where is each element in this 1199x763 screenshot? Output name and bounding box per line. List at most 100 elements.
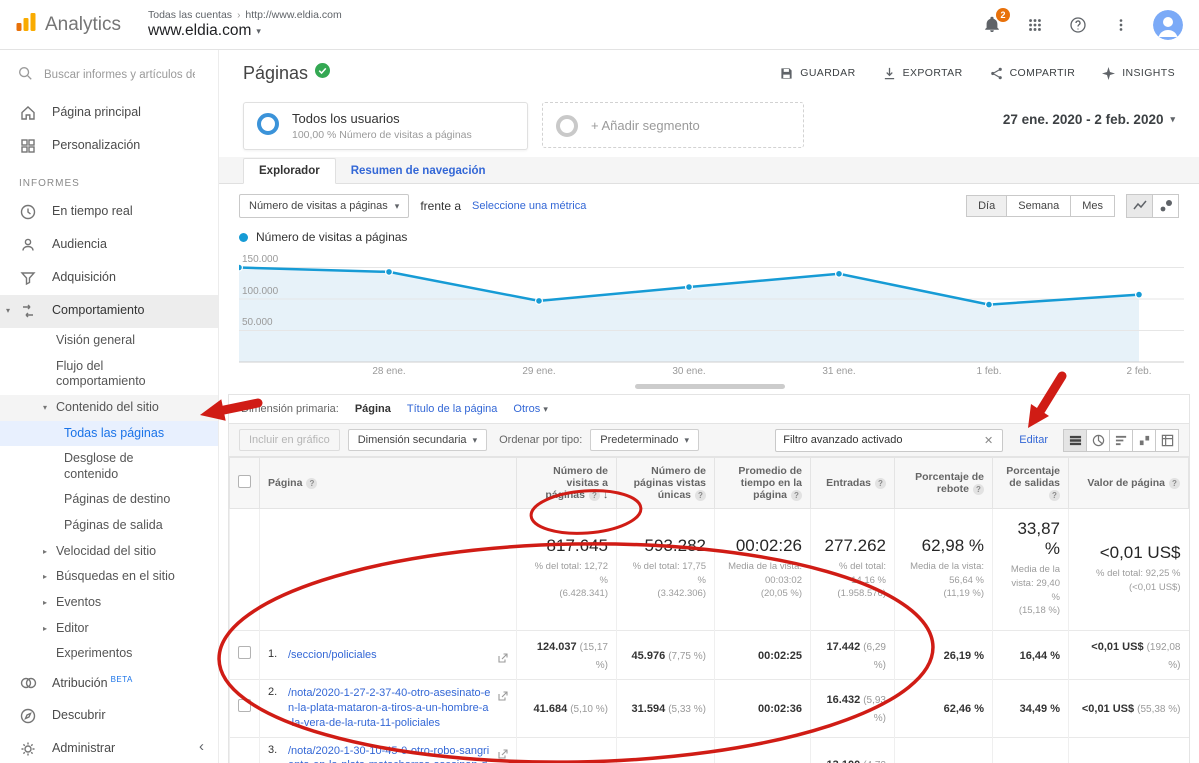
column-help-icon[interactable]: ? [973, 484, 984, 495]
chevron-down-icon: ▾ [473, 435, 478, 446]
chart-type-switch [1127, 194, 1179, 218]
column-header-entrances[interactable]: Entradas [826, 477, 871, 489]
metric-selector-dropdown[interactable]: Número de visitas a páginas ▾ [239, 194, 409, 218]
open-in-new-icon[interactable] [498, 746, 508, 763]
breadcrumb[interactable]: Todas las cuentas › http://www.eldia.com [148, 9, 342, 21]
sidebar-item-experiments[interactable]: Experimentos [0, 641, 218, 667]
person-icon [19, 236, 37, 254]
more-vert-icon[interactable] [1110, 14, 1132, 36]
scrubber-handle[interactable] [635, 384, 785, 389]
notifications-bell-icon[interactable]: 2 [981, 14, 1003, 36]
analytics-logo-icon[interactable] [14, 10, 38, 39]
row-checkbox[interactable] [238, 699, 251, 712]
open-in-new-icon[interactable] [498, 688, 508, 706]
chevron-down-icon: ▾ [395, 201, 400, 212]
insights-button[interactable]: INSIGHTS [1102, 67, 1175, 80]
chevron-down-icon: ▾ [256, 26, 261, 37]
column-help-icon[interactable]: ? [1169, 478, 1180, 489]
sidebar-item-all-pages[interactable]: Todas las páginas [0, 421, 218, 447]
sidebar-item-attribution[interactable]: AtribuciónBETA [0, 667, 218, 700]
advanced-filter-box[interactable]: Filtro avanzado activado ✕ [775, 429, 1003, 452]
column-header-page[interactable]: Página [268, 477, 302, 489]
verified-check-icon[interactable] [315, 63, 330, 83]
tab-resumen-navegacion[interactable]: Resumen de navegación [336, 159, 501, 183]
clear-filter-icon[interactable]: ✕ [982, 434, 995, 447]
column-header-exit[interactable]: Porcentaje de salidas [1006, 465, 1060, 489]
column-help-icon[interactable]: ? [875, 478, 886, 489]
sidebar-item-customization[interactable]: Personalización [0, 130, 218, 163]
report-table-section: Dimensión primaria: Página Título de la … [228, 394, 1190, 763]
sidebar-item-discover[interactable]: Descubrir [0, 700, 218, 733]
add-segment-button[interactable]: + Añadir segmento [542, 102, 804, 148]
date-range-selector[interactable]: 27 ene. 2020 - 2 feb. 2020 ▾ [1003, 102, 1175, 127]
sidebar-item-label: Audiencia [52, 237, 107, 253]
sidebar-item-realtime[interactable]: En tiempo real [0, 196, 218, 229]
line-chart-icon[interactable] [1126, 194, 1153, 218]
table-view-icon[interactable] [1063, 429, 1087, 452]
edit-filter-link[interactable]: Editar [1019, 434, 1048, 446]
granularity-week-button[interactable]: Semana [1006, 195, 1071, 217]
export-button[interactable]: EXPORTAR [883, 67, 963, 80]
sidebar-item-site-speed[interactable]: ▸ Velocidad del sitio [0, 539, 218, 565]
tab-explorador[interactable]: Explorador [243, 158, 336, 184]
property-selector[interactable]: www.eldia.com ▾ [148, 22, 342, 40]
collapse-sidebar-button[interactable]: ‹ [199, 738, 204, 755]
sidebar-item-behavior[interactable]: ▾ Comportamiento [0, 295, 218, 328]
share-button[interactable]: COMPARTIR [990, 67, 1076, 80]
timeseries-chart[interactable]: 50.000100.000150.000 28 ene.29 ene.30 en… [239, 250, 1185, 382]
sidebar-item-behavior-flow[interactable]: Flujo del comportamiento [0, 354, 218, 395]
sidebar-item-exit-pages[interactable]: Páginas de salida [0, 513, 218, 539]
motion-chart-icon[interactable] [1152, 194, 1179, 218]
sidebar-item-home[interactable]: Página principal [0, 97, 218, 130]
sidebar-item-site-content[interactable]: ▾ Contenido del sitio [0, 395, 218, 421]
percentage-view-icon[interactable] [1086, 429, 1110, 452]
apps-grid-icon[interactable] [1024, 14, 1046, 36]
sidebar-item-audience[interactable]: Audiencia [0, 229, 218, 262]
save-button[interactable]: GUARDAR [780, 67, 855, 80]
sidebar-item-events[interactable]: ▸ Eventos [0, 590, 218, 616]
comparison-view-icon[interactable] [1132, 429, 1156, 452]
dimension-page[interactable]: Página [355, 403, 391, 415]
page-link[interactable]: /nota/2020-1-27-2-37-40-otro-asesinato-e… [288, 686, 492, 731]
sort-type-dropdown[interactable]: Predeterminado ▾ [590, 429, 699, 451]
open-in-new-icon[interactable] [498, 650, 508, 668]
secondary-dimension-dropdown[interactable]: Dimensión secundaria ▾ [348, 429, 487, 451]
sidebar-item-landing-pages[interactable]: Páginas de destino [0, 487, 218, 513]
column-header-value[interactable]: Valor de página [1087, 477, 1165, 489]
table-row: 3. /nota/2020-1-30-10-45-0-otro-robo-san… [230, 737, 1189, 763]
user-avatar[interactable] [1153, 10, 1183, 40]
sidebar-item-behavior-overview[interactable]: Visión general [0, 328, 218, 354]
summary-entrances: 277.262 [819, 536, 886, 556]
granularity-day-button[interactable]: Día [966, 195, 1007, 217]
select-metric-link[interactable]: Seleccione una métrica [472, 200, 586, 212]
sidebar-search[interactable] [0, 50, 218, 97]
pivot-view-icon[interactable] [1155, 429, 1179, 452]
performance-view-icon[interactable] [1109, 429, 1133, 452]
row-checkbox[interactable] [238, 646, 251, 659]
page-link[interactable]: /nota/2020-1-30-10-45-0-otro-robo-sangri… [288, 744, 492, 763]
column-help-icon[interactable]: ? [306, 478, 317, 489]
table-header-row: Página? Número de visitas a páginas?↓ Nú… [230, 458, 1189, 509]
gear-icon [19, 740, 37, 758]
column-help-icon[interactable]: ? [791, 490, 802, 501]
dimension-page-title[interactable]: Título de la página [407, 403, 498, 415]
column-help-icon[interactable]: ? [1049, 490, 1060, 501]
dimension-others-dropdown[interactable]: Otros ▾ [513, 403, 548, 415]
sidebar-item-site-search[interactable]: ▸ Búsquedas en el sitio [0, 564, 218, 590]
sidebar-item-content-drilldown[interactable]: Desglose de contenido [0, 446, 218, 487]
sidebar-item-admin[interactable]: Administrar [0, 733, 218, 763]
page-link[interactable]: /seccion/policiales [288, 648, 377, 663]
vs-label: frente a [420, 199, 461, 213]
sidebar-item-acquisition[interactable]: Adquisición [0, 262, 218, 295]
sidebar-item-editor[interactable]: ▸ Editor [0, 616, 218, 642]
sort-desc-icon[interactable]: ↓ [603, 490, 608, 501]
search-input[interactable] [42, 68, 197, 82]
segment-ring-icon [556, 115, 578, 137]
column-help-icon[interactable]: ? [589, 490, 600, 501]
granularity-month-button[interactable]: Mes [1070, 195, 1115, 217]
column-help-icon[interactable]: ? [695, 490, 706, 501]
help-icon[interactable] [1067, 14, 1089, 36]
select-all-checkbox[interactable] [238, 475, 251, 488]
plot-rows-button[interactable]: Incluir en gráfico [239, 429, 340, 451]
segment-all-users[interactable]: Todos los usuarios 100,00 % Número de vi… [243, 102, 528, 150]
